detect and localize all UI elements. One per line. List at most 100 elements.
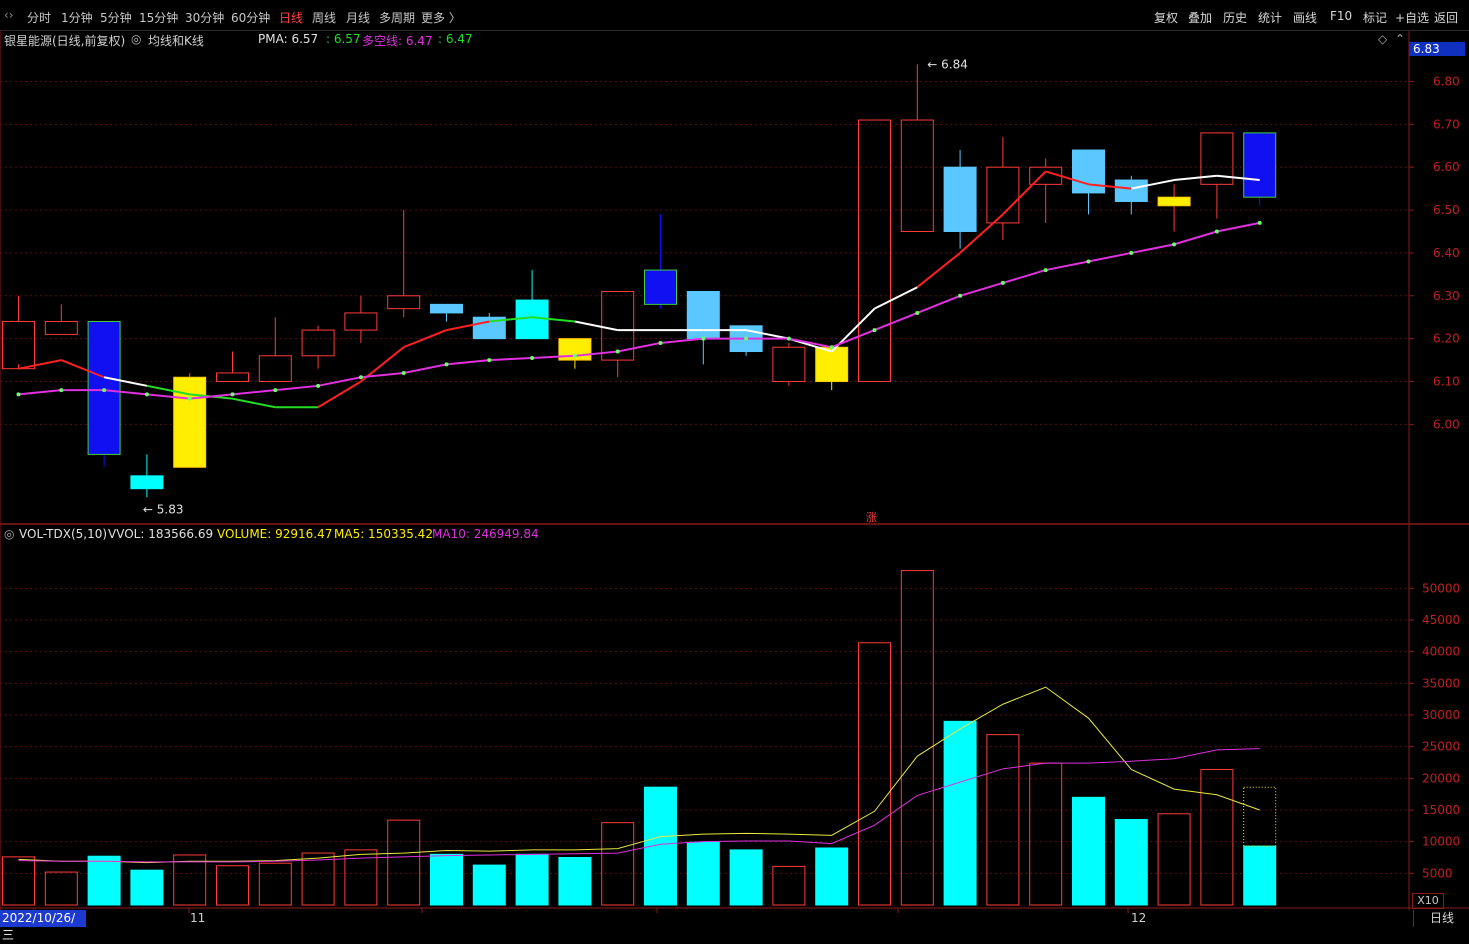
duokong-dot [1257,220,1262,225]
pma-line-segment [874,286,918,310]
period-toolbar: 分时 1分钟 5分钟 15分钟 30分钟 60分钟 日线 周线 月线 多周期 更多 〉 复权 叠加 历史统… [0,0,1469,31]
volume-tick-label: 20000 [1422,771,1460,785]
volume-tick-label: 30000 [1422,708,1460,722]
duokong-dot [1043,268,1048,273]
pma-line-segment [574,320,618,332]
period-tab-8[interactable]: 月线 [346,9,370,26]
duokong-dot [872,328,877,333]
toolbar-button-5[interactable]: F10 [1330,9,1352,23]
toolbar-button-8[interactable]: 返回 [1434,9,1458,26]
candle-body [87,321,121,455]
volume-tick-label: 45000 [1422,613,1460,627]
period-tab-2[interactable]: 5分钟 [100,9,132,26]
volume-bar [601,822,635,906]
period-tab-4[interactable]: 30分钟 [185,9,224,26]
toolbar-button-0[interactable]: 复权 [1154,9,1178,26]
duokong-dot [530,355,535,360]
vol-indicator-name[interactable]: VOL-TDX(5,10) [19,527,107,541]
diamond-icon[interactable]: ◇ [1378,32,1387,46]
current-price-badge: 6.83 [1409,42,1465,56]
period-tab-10[interactable]: 更多 〉 [421,9,461,26]
price-tick-label: 6.70 [1433,117,1460,131]
volume-bar [87,855,121,906]
volume-bar [943,720,977,906]
ma10-label: MA10: 246949.84 [432,527,539,541]
duokong-value2: : 6.47 [438,32,473,46]
candle-body [644,269,677,305]
candle-body [515,299,549,340]
toolbar-button-4[interactable]: 画线 [1293,9,1317,26]
duokong-dot [102,388,107,393]
month-12-label: 12 [1131,911,1147,925]
period-tab-9[interactable]: 多周期 [379,9,415,26]
volume-label: VOLUME: 92916.47 [217,527,333,541]
period-tab-1[interactable]: 1分钟 [61,9,93,26]
price-tick-label: 6.10 [1433,375,1460,389]
duokong-label: 多空线: 6.47 [362,34,433,48]
candle-body [216,372,249,383]
toolbar-button-1[interactable]: 叠加 [1188,9,1212,26]
volume-tick-label: 5000 [1422,866,1453,880]
duokong-dot [16,392,21,397]
toolbar-button-6[interactable]: 标记 [1363,9,1387,26]
toolbar-button-7[interactable]: +自选 [1395,9,1429,26]
volume-bar [472,864,506,906]
volume-tick-label: 50000 [1422,581,1460,595]
toolbar-button-2[interactable]: 历史 [1223,9,1247,26]
indicator-toggle-icon[interactable]: ◎ [131,32,141,46]
toolbar-button-3[interactable]: 统计 [1258,9,1282,26]
kline-chart[interactable]: 6.80 6.70 6.60 6.50 6.40 6.30 6.20 6.10 6.00 5000… [0,0,1469,927]
duokong-line [18,221,1260,400]
candle-body [44,321,78,335]
duokong-dot [1000,280,1005,285]
volume-tick-label: 40000 [1422,645,1460,659]
duokong-dot [572,353,577,358]
indicator-name[interactable]: 均线和K线 [148,32,204,49]
duokong-dot [786,336,791,341]
period-tab-7[interactable]: 周线 [312,9,336,26]
scroll-up-icon[interactable]: ⌃ [1395,32,1405,46]
candle-body [258,355,292,383]
month-11-label: 11 [190,911,206,925]
period-label[interactable]: 日线 [1413,910,1469,927]
candle-body [1114,179,1148,202]
duokong-dot [744,336,749,341]
volume-estimate-box [1243,786,1277,847]
period-tab-6[interactable]: 日线 [279,9,303,26]
pma-label: PMA: 6.57 [258,32,319,46]
pma-line-segment [232,397,276,409]
duokong-dot [230,392,235,397]
price-tick-label: 6.40 [1433,246,1460,260]
duokong-dot [829,345,834,350]
pma-line-segment [916,252,961,288]
pma-line-segment [18,359,62,370]
candle-body [1157,196,1191,207]
volume-bar [258,862,292,906]
candle-body [344,312,378,331]
price-tick-label: 6.20 [1433,332,1460,346]
volume-tick-label: 25000 [1422,740,1460,754]
volume-bar [986,734,1020,906]
duokong-dot [187,396,192,401]
volume-bar [558,857,592,906]
duokong-dot [444,362,449,367]
price-tick-label: 6.50 [1433,203,1460,217]
candle-body [815,346,849,383]
collapse-icon[interactable]: ‹› [4,8,14,22]
vol-toggle-icon[interactable]: ◎ [4,527,14,541]
duokong-dot [615,349,620,354]
duokong-dot [1086,259,1091,264]
volume-bar [729,849,763,906]
period-tab-5[interactable]: 60分钟 [231,9,270,26]
duokong-dot [958,293,963,298]
duokong-dot [401,370,406,375]
volume-bar [1072,796,1105,906]
period-tab-3[interactable]: 15分钟 [139,9,178,26]
zhang-marker: 涨 [866,511,877,524]
candle-body [2,321,35,370]
candle-body [900,119,934,232]
low-marker: ← 5.83 [143,502,184,516]
period-tab-0[interactable]: 分时 [27,9,51,26]
volume-scale-label[interactable]: X10 [1412,893,1444,909]
ma5-label: MA5: 150335.42 [334,527,433,541]
